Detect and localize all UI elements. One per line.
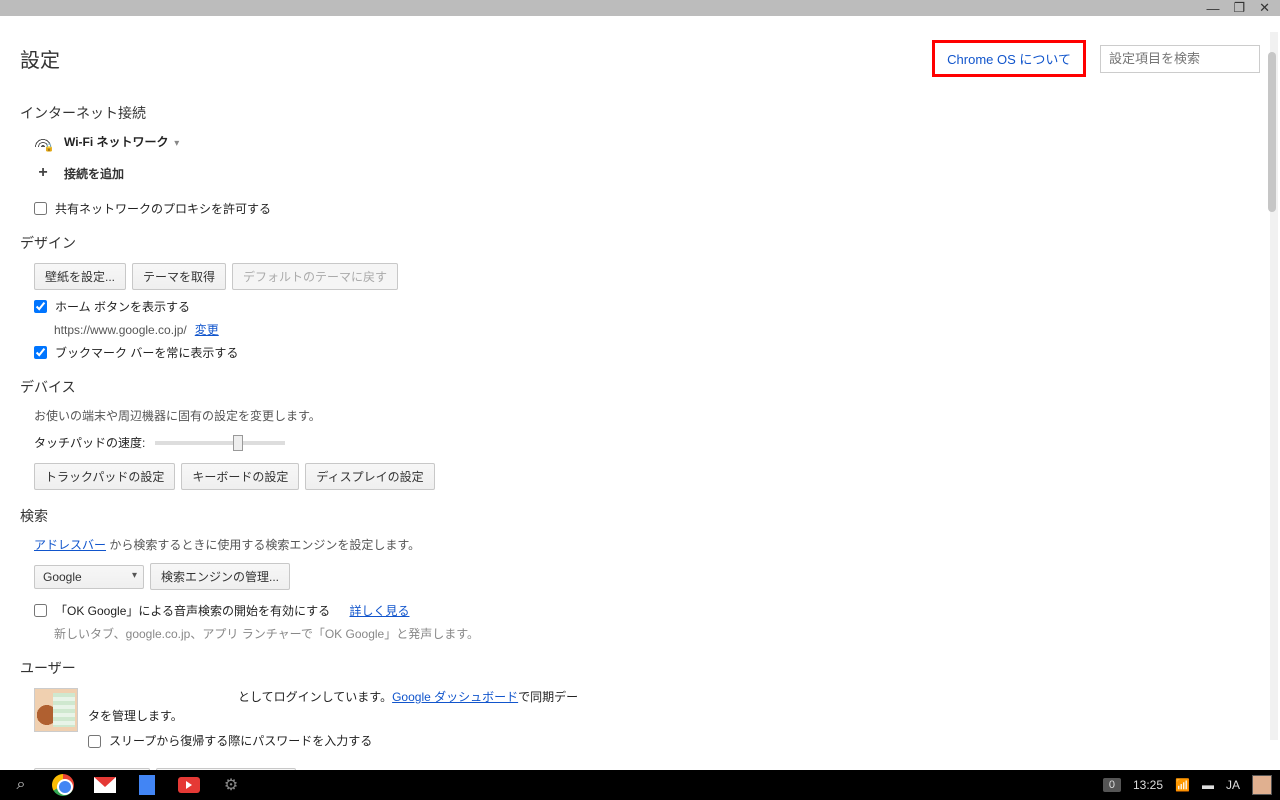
scrollbar-thumb[interactable] — [1268, 52, 1276, 212]
allow-shared-proxy-checkbox[interactable] — [34, 202, 47, 215]
shelf: ⌕ ⚙ 0 13:25 📶 ▬ JA — [0, 770, 1280, 800]
get-theme-button[interactable]: テーマを取得 — [132, 263, 226, 290]
touchpad-speed-slider[interactable] — [155, 441, 285, 445]
youtube-app-icon[interactable] — [178, 774, 200, 796]
window-maximize-button[interactable]: ❐ — [1233, 0, 1245, 16]
add-connection-button[interactable]: + 接続を追加 — [34, 164, 1260, 182]
set-wallpaper-button[interactable]: 壁紙を設定... — [34, 263, 126, 290]
section-device-heading: デバイス — [20, 377, 1260, 397]
window-minimize-button[interactable]: — — [1206, 1, 1219, 16]
show-home-button-checkbox[interactable] — [34, 300, 47, 313]
notification-count[interactable]: 0 — [1103, 778, 1121, 792]
window-titlebar: — ❐ ✕ — [0, 0, 1280, 16]
scrollbar-track[interactable] — [1270, 32, 1278, 740]
add-connection-label: 接続を追加 — [64, 165, 124, 182]
ok-google-note: 新しいタブ、google.co.jp、アプリ ランチャーで「OK Google」… — [54, 625, 1260, 642]
chevron-down-icon: ▾ — [174, 138, 179, 149]
status-tray[interactable]: 0 13:25 📶 ▬ JA — [1103, 775, 1280, 795]
change-home-url-link[interactable]: 変更 — [195, 321, 219, 338]
section-search-heading: 検索 — [20, 506, 1260, 526]
user-login-line-1: としてログインしています。Google ダッシュボードで同期デー — [88, 688, 578, 707]
omnibox-link[interactable]: アドレスバー — [34, 538, 106, 552]
google-dashboard-link[interactable]: Google ダッシュボード — [392, 690, 518, 704]
about-chrome-os-link[interactable]: Chrome OS について — [932, 40, 1086, 77]
lock-icon: 🔒 — [44, 143, 54, 152]
settings-app-icon[interactable]: ⚙ — [220, 774, 242, 796]
wifi-status-icon: 📶 — [1175, 778, 1190, 792]
section-design-heading: デザイン — [20, 233, 1260, 253]
display-settings-button[interactable]: ディスプレイの設定 — [305, 463, 434, 490]
settings-content: 設定 Chrome OS について インターネット接続 🔒 Wi-Fi ネットワ… — [0, 16, 1280, 770]
device-description: お使いの端末や周辺機器に固有の設定を変更します。 — [34, 407, 1260, 424]
login-tail-a: としてログインしています。 — [238, 690, 392, 704]
show-bookmarks-bar-row[interactable]: ブックマーク バーを常に表示する — [34, 344, 1260, 361]
wifi-network-selector[interactable]: 🔒 Wi-Fi ネットワーク ▾ — [34, 133, 1260, 150]
plus-icon: + — [34, 164, 52, 182]
allow-shared-proxy-label: 共有ネットワークのプロキシを許可する — [55, 200, 271, 217]
touchpad-speed-label: タッチパッドの速度: — [34, 434, 145, 451]
user-avatar[interactable] — [34, 688, 78, 732]
page-title: 設定 — [20, 44, 60, 73]
ime-indicator[interactable]: JA — [1226, 778, 1240, 792]
home-url-text: https://www.google.co.jp/ — [54, 323, 187, 337]
launcher-search-icon[interactable]: ⌕ — [10, 774, 32, 796]
keyboard-settings-button[interactable]: キーボードの設定 — [181, 463, 299, 490]
battery-status-icon: ▬ — [1202, 778, 1214, 792]
gmail-app-icon[interactable] — [94, 774, 116, 796]
wifi-network-label: Wi-Fi ネットワーク — [64, 135, 169, 149]
user-status-avatar[interactable] — [1252, 775, 1272, 795]
settings-search-input[interactable] — [1100, 45, 1260, 73]
section-internet-heading: インターネット接続 — [20, 103, 1260, 123]
ok-google-label: 「OK Google」による音声検索の開始を有効にする — [55, 602, 330, 619]
ok-google-row[interactable]: 「OK Google」による音声検索の開始を有効にする 詳しく見る — [34, 602, 1260, 619]
show-bookmarks-bar-label: ブックマーク バーを常に表示する — [55, 344, 238, 361]
search-desc-tail: から検索するときに使用する検索エンジンを設定します。 — [106, 538, 420, 552]
login-tail-b: で同期デー — [518, 690, 578, 704]
clock: 13:25 — [1133, 778, 1163, 792]
sleep-password-checkbox[interactable] — [88, 735, 101, 748]
sleep-password-label: スリープから復帰する際にパスワードを入力する — [109, 732, 372, 751]
ok-google-learn-more-link[interactable]: 詳しく見る — [349, 602, 409, 619]
reset-theme-button: デフォルトのテーマに戻す — [232, 263, 398, 290]
manage-search-engines-button[interactable]: 検索エンジンの管理... — [150, 563, 290, 590]
search-engine-select[interactable]: Google — [34, 565, 144, 589]
show-home-button-label: ホーム ボタンを表示する — [55, 298, 190, 315]
window-close-button[interactable]: ✕ — [1259, 0, 1270, 16]
search-description: アドレスバー から検索するときに使用する検索エンジンを設定します。 — [34, 536, 1260, 553]
trackpad-settings-button[interactable]: トラックパッドの設定 — [34, 463, 175, 490]
home-url-row: https://www.google.co.jp/ 変更 — [54, 321, 1260, 338]
slider-thumb[interactable] — [233, 435, 243, 451]
ok-google-checkbox[interactable] — [34, 604, 47, 617]
user-login-line-2: タを管理します。 — [88, 707, 578, 726]
show-bookmarks-bar-checkbox[interactable] — [34, 346, 47, 359]
allow-shared-proxy-row[interactable]: 共有ネットワークのプロキシを許可する — [34, 200, 1260, 217]
show-home-button-row[interactable]: ホーム ボタンを表示する — [34, 298, 1260, 315]
section-user-heading: ユーザー — [20, 658, 1260, 678]
docs-app-icon[interactable] — [136, 774, 158, 796]
chrome-app-icon[interactable] — [52, 774, 74, 796]
sleep-password-row[interactable]: スリープから復帰する際にパスワードを入力する — [88, 732, 578, 751]
wifi-icon: 🔒 — [34, 135, 52, 149]
